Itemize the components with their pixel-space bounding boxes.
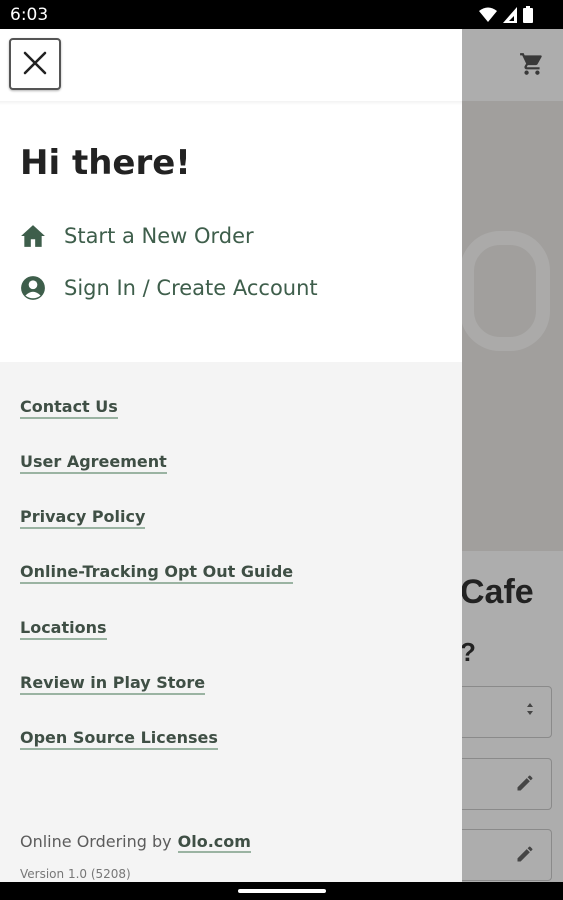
home-icon [20, 223, 46, 249]
menu-item-label: Sign In / Create Account [64, 276, 318, 300]
drawer-divider [0, 101, 462, 105]
status-bar: 6:03 [0, 0, 563, 29]
menu-item-label: Start a New Order [64, 224, 254, 248]
footer-prefix: Online Ordering by [20, 832, 172, 851]
version-text: Version 1.0 (5208) [20, 867, 131, 881]
signal-icon [503, 6, 517, 28]
menu-item-sign-in[interactable]: Sign In / Create Account [20, 272, 318, 304]
olo-link[interactable]: Olo.com [177, 832, 251, 853]
battery-icon [523, 6, 533, 28]
system-nav-bar [0, 882, 563, 900]
close-button[interactable] [9, 38, 61, 90]
wifi-icon [479, 7, 497, 28]
status-icons [479, 6, 533, 28]
link-privacy-policy[interactable]: Privacy Policy [20, 507, 146, 529]
drawer-header-section: Hi there! Start a New Order Sign In / Cr… [0, 29, 462, 362]
status-time: 6:03 [10, 5, 49, 25]
menu-item-start-new-order[interactable]: Start a New Order [20, 220, 254, 252]
navigation-drawer: Hi there! Start a New Order Sign In / Cr… [0, 29, 462, 882]
link-contact-us[interactable]: Contact Us [20, 397, 118, 419]
footer-credit: Online Ordering by Olo.com [20, 832, 251, 853]
account-circle-icon [20, 275, 46, 301]
link-locations[interactable]: Locations [20, 618, 107, 640]
link-open-source-licenses[interactable]: Open Source Licenses [20, 728, 218, 750]
greeting-heading: Hi there! [20, 143, 191, 183]
link-online-tracking-opt-out[interactable]: Online-Tracking Opt Out Guide [20, 562, 294, 584]
home-gesture-handle[interactable] [238, 889, 326, 893]
close-icon [22, 50, 48, 79]
link-review-play-store[interactable]: Review in Play Store [20, 673, 206, 695]
link-user-agreement[interactable]: User Agreement [20, 452, 167, 474]
